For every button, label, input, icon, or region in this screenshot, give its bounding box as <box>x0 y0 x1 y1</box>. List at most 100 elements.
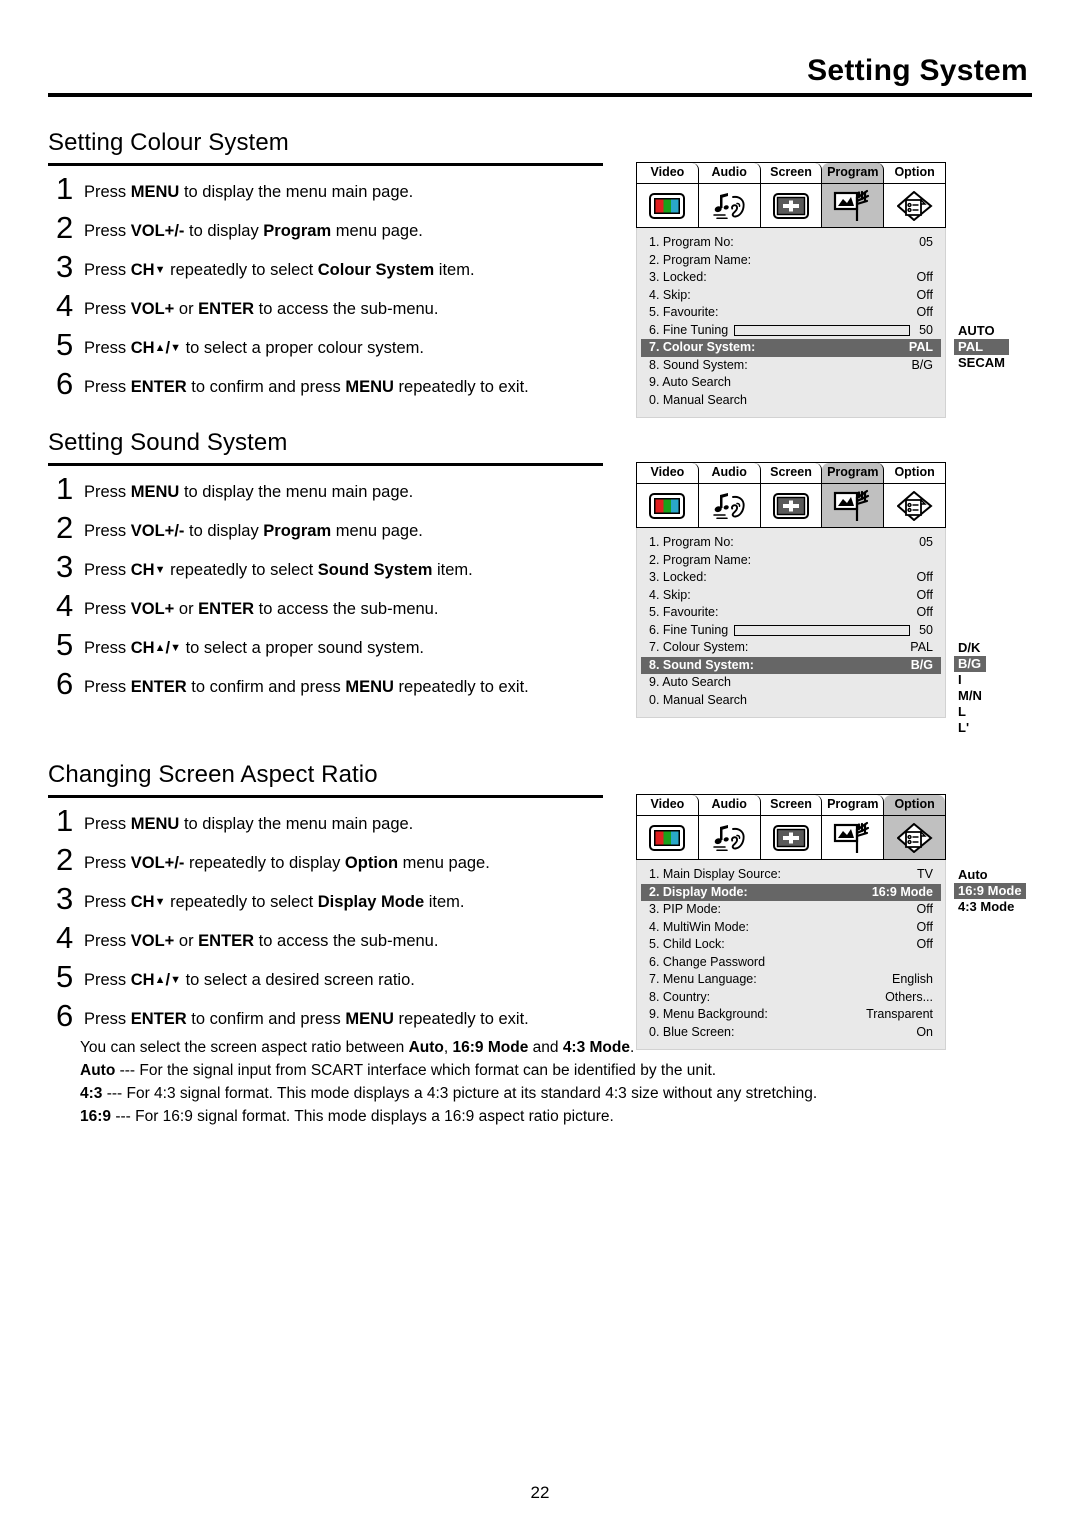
emphasis-text: Program <box>263 221 332 240</box>
program-antenna-icon[interactable] <box>822 184 885 227</box>
osd-row[interactable]: 7. Colour System: PAL <box>645 639 937 657</box>
osd-row[interactable]: 5. Favourite: Off <box>645 304 937 322</box>
section-heading: Changing Screen Aspect Ratio <box>48 760 608 798</box>
osd-submenu-option[interactable]: Auto <box>954 867 1026 883</box>
osd-row-value: Off <box>916 902 933 916</box>
osd-tab-audio[interactable]: Audio <box>698 795 761 815</box>
video-colorbars-icon[interactable] <box>637 816 699 859</box>
osd-panel-colour-system[interactable]: Video Audio Screen Program Option 1. Program … <box>636 162 1009 418</box>
osd-row[interactable]: 4. Skip: Off <box>645 587 937 605</box>
option-checklist-icon[interactable] <box>884 484 945 527</box>
osd-row[interactable]: 5. Favourite: Off <box>645 604 937 622</box>
osd-row[interactable]: 1. Program No: 05 <box>645 234 937 252</box>
osd-row[interactable]: 8. Country: Others... <box>645 989 937 1007</box>
osd-tab-program[interactable]: Program <box>822 463 885 483</box>
osd-submenu-option[interactable]: 4:3 Mode <box>954 899 1026 915</box>
osd-submenu-option[interactable]: AUTO <box>954 323 1009 339</box>
body-text: Press <box>84 299 131 318</box>
osd-submenu-option[interactable]: M/N <box>954 688 986 704</box>
step-item: 2 Press VOL+/- repeatedly to display Opti… <box>48 842 608 883</box>
step-item: 3 Press CH▼ repeatedly to select Sound Sy… <box>48 549 608 590</box>
program-antenna-icon[interactable] <box>822 816 885 859</box>
video-colorbars-icon[interactable] <box>637 184 699 227</box>
osd-row[interactable]: 7. Menu Language: English <box>645 971 937 989</box>
osd-row[interactable]: 9. Menu Background: Transparent <box>645 1006 937 1024</box>
osd-tab-option[interactable]: Option <box>884 163 945 183</box>
osd-menu-body: 1. Program No: 05 2. Program Name: 3. Locke… <box>636 228 946 418</box>
osd-row[interactable]: 4. Skip: Off <box>645 287 937 305</box>
fine-tuning-slider[interactable] <box>734 624 911 636</box>
osd-submenu-option[interactable]: I <box>954 672 986 688</box>
osd-row-selected[interactable]: 7. Colour System: PAL <box>641 339 941 357</box>
osd-row[interactable]: 4. MultiWin Mode: Off <box>645 919 937 937</box>
osd-row[interactable]: 2. Program Name: <box>645 552 937 570</box>
osd-row[interactable]: 3. PIP Mode: Off <box>645 901 937 919</box>
osd-row[interactable]: 0. Manual Search <box>645 692 937 710</box>
osd-submenu-option[interactable]: L <box>954 704 986 720</box>
osd-row[interactable]: 9. Auto Search <box>645 674 937 692</box>
osd-panel-display-mode[interactable]: Video Audio Screen Program Option 1. Main Dis… <box>636 794 1026 1050</box>
program-antenna-icon[interactable] <box>822 484 885 527</box>
osd-row-value: 16:9 Mode <box>871 884 933 899</box>
osd-submenu[interactable]: Auto 16:9 Mode 4:3 Mode <box>954 867 1026 915</box>
note-line: Auto --- For the signal input from SCART… <box>80 1059 1020 1082</box>
step-text: Press MENU to display the menu main page… <box>84 473 608 512</box>
osd-row-label: 6. Fine Tuning <box>649 322 729 337</box>
video-colorbars-icon[interactable] <box>637 484 699 527</box>
osd-panel-sound-system[interactable]: Video Audio Screen Program Option 1. Program … <box>636 462 986 735</box>
osd-submenu-option[interactable]: 16:9 Mode <box>954 883 1026 899</box>
osd-submenu-option[interactable]: PAL <box>954 338 1009 355</box>
osd-submenu-option[interactable]: D/K <box>954 640 986 656</box>
osd-row-selected[interactable]: 2. Display Mode: 16:9 Mode <box>641 883 941 901</box>
osd-tab-screen[interactable]: Screen <box>760 795 823 815</box>
osd-row[interactable]: 3. Locked: Off <box>645 269 937 287</box>
body-text: . <box>630 1039 635 1056</box>
fine-tuning-slider[interactable] <box>734 324 911 336</box>
osd-row-selected[interactable]: 8. Sound System: B/G <box>641 656 941 674</box>
osd-tab-screen[interactable]: Screen <box>760 163 823 183</box>
osd-tab-video[interactable]: Video <box>637 463 699 483</box>
osd-row-value: English <box>892 972 933 986</box>
osd-row[interactable]: 2. Program Name: <box>645 252 937 270</box>
body-text: to select a proper sound system. <box>180 638 425 657</box>
osd-submenu-option[interactable]: B/G <box>954 656 986 672</box>
osd-tab-audio[interactable]: Audio <box>698 463 761 483</box>
audio-note-ear-icon[interactable] <box>698 816 761 859</box>
audio-note-ear-icon[interactable] <box>698 184 761 227</box>
screen-crosshair-icon[interactable] <box>760 184 823 227</box>
osd-row[interactable]: 6. Fine Tuning 50 <box>645 322 937 340</box>
osd-row[interactable]: 1. Program No: 05 <box>645 534 937 552</box>
option-checklist-icon[interactable] <box>884 184 945 227</box>
step-number: 4 <box>56 919 74 955</box>
screen-crosshair-icon[interactable] <box>760 816 823 859</box>
osd-tab-program[interactable]: Program <box>822 795 885 815</box>
osd-row[interactable]: 6. Fine Tuning 50 <box>645 622 937 640</box>
osd-submenu[interactable]: AUTO PAL SECAM <box>954 323 1009 371</box>
osd-row[interactable]: 3. Locked: Off <box>645 569 937 587</box>
osd-row[interactable]: 8. Sound System: B/G <box>645 357 937 375</box>
osd-submenu-option[interactable]: L' <box>954 720 986 736</box>
osd-row[interactable]: 9. Auto Search <box>645 374 937 392</box>
section-title: Setting Colour System <box>48 129 289 156</box>
osd-tab-screen[interactable]: Screen <box>760 463 823 483</box>
osd-tab-option[interactable]: Option <box>884 795 945 815</box>
osd-tab-video[interactable]: Video <box>637 795 699 815</box>
osd-tab-program[interactable]: Program <box>822 163 885 183</box>
osd-row[interactable]: 6. Change Password <box>645 954 937 972</box>
osd-tab-video[interactable]: Video <box>637 163 699 183</box>
osd-row[interactable]: 5. Child Lock: Off <box>645 936 937 954</box>
osd-tab-audio[interactable]: Audio <box>698 163 761 183</box>
body-text: Press <box>84 221 131 240</box>
osd-submenu[interactable]: D/K B/G I M/N L L' <box>954 640 986 736</box>
osd-row[interactable]: 0. Manual Search <box>645 392 937 410</box>
emphasis-text: VOL+ <box>130 299 175 318</box>
step-text: Press VOL+ or ENTER to access the sub-me… <box>84 290 608 329</box>
screen-crosshair-icon[interactable] <box>760 484 823 527</box>
step-text: Press MENU to display the menu main page… <box>84 173 608 212</box>
audio-note-ear-icon[interactable] <box>698 484 761 527</box>
osd-submenu-option[interactable]: SECAM <box>954 355 1009 371</box>
option-checklist-icon[interactable] <box>884 816 945 859</box>
osd-row[interactable]: 1. Main Display Source: TV <box>645 866 937 884</box>
osd-tab-option[interactable]: Option <box>884 463 945 483</box>
body-text: Press <box>84 970 131 989</box>
